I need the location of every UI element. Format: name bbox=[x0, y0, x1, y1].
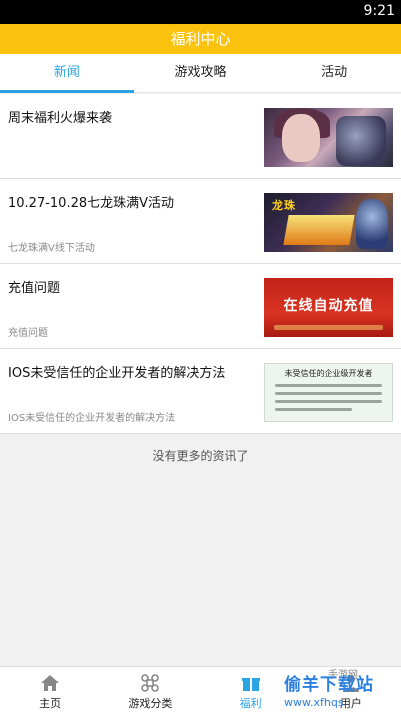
news-title: IOS未受信任的企业开发者的解决方法 bbox=[8, 366, 226, 381]
news-thumbnail: 龙珠 bbox=[264, 193, 393, 252]
news-title: 充值问题 bbox=[8, 281, 61, 296]
nav-home[interactable]: 主页 bbox=[0, 667, 100, 713]
status-time: 9:21 bbox=[363, 3, 395, 19]
news-thumbnail: 在线自动充值 bbox=[264, 278, 393, 337]
news-item[interactable]: 10.27-10.28七龙珠满V活动 七龙珠满V线下活动 龙珠 bbox=[0, 179, 401, 264]
command-icon bbox=[141, 674, 160, 692]
tab-game-guides[interactable]: 游戏攻略 bbox=[134, 54, 268, 92]
watermark: 手游网 偷羊下载站 www.xfhqs. bbox=[270, 666, 401, 713]
tab-bar: 新闻 游戏攻略 活动 bbox=[0, 54, 401, 93]
home-icon bbox=[41, 675, 60, 691]
status-bar: 9:21 bbox=[0, 0, 401, 24]
tab-news[interactable]: 新闻 bbox=[0, 54, 134, 93]
tab-events[interactable]: 活动 bbox=[267, 54, 401, 92]
news-item[interactable]: IOS未受信任的企业开发者的解决方法 IOS未受信任的企业开发者的解决方法 未受… bbox=[0, 349, 401, 434]
title-bar: 福利中心 bbox=[0, 24, 401, 54]
thumbnail-banner-text: 龙珠 bbox=[272, 199, 296, 212]
news-subtitle: 充值问题 bbox=[8, 328, 48, 339]
news-item[interactable]: 充值问题 充值问题 在线自动充值 bbox=[0, 264, 401, 349]
gift-icon bbox=[241, 678, 260, 691]
page-title: 福利中心 bbox=[170, 30, 231, 48]
watermark-url: www.xfhqs. bbox=[284, 696, 348, 709]
nav-game-categories-label: 游戏分类 bbox=[128, 697, 173, 710]
news-thumbnail: 未受信任的企业级开发者 bbox=[264, 363, 393, 422]
news-title: 10.27-10.28七龙珠满V活动 bbox=[8, 196, 175, 211]
news-subtitle: IOS未受信任的企业开发者的解决方法 bbox=[8, 413, 176, 424]
nav-game-categories[interactable]: 游戏分类 bbox=[100, 667, 200, 713]
news-thumbnail bbox=[264, 108, 393, 167]
thumbnail-label: 在线自动充值 bbox=[283, 298, 374, 314]
news-title: 周末福利火爆来袭 bbox=[8, 111, 113, 126]
no-more-news-text: 没有更多的资讯了 bbox=[152, 449, 249, 463]
watermark-text: 偷羊下载站 bbox=[284, 675, 374, 695]
news-subtitle: 七龙珠满V线下活动 bbox=[8, 243, 95, 254]
news-item[interactable]: 周末福利火爆来袭 bbox=[0, 94, 401, 179]
news-list: 周末福利火爆来袭 10.27-10.28七龙珠满V活动 七龙珠满V线下活动 龙珠… bbox=[0, 94, 401, 434]
nav-home-label: 主页 bbox=[39, 697, 62, 710]
thumbnail-heading: 未受信任的企业级开发者 bbox=[284, 369, 373, 378]
